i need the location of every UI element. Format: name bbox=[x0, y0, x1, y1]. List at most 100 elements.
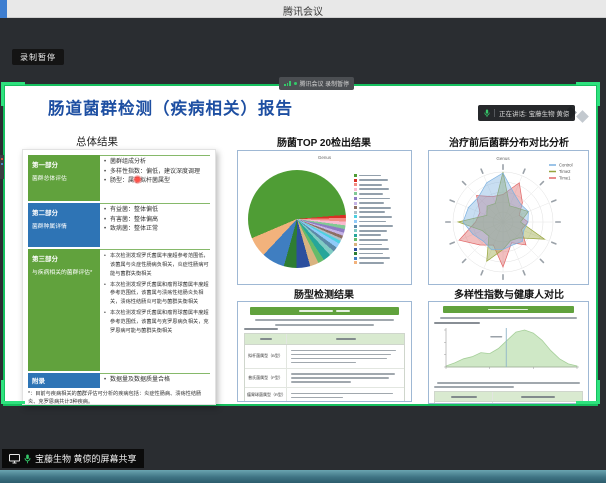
pie-legend-item bbox=[354, 234, 393, 237]
diversity-panel bbox=[428, 301, 589, 404]
share-border-corner bbox=[1, 82, 25, 106]
svg-text:Time2: Time2 bbox=[559, 169, 571, 174]
genus-pie-chart bbox=[248, 170, 346, 268]
toc-bullet: 数据量及数据质量合格 bbox=[104, 376, 209, 386]
pie-legend-item bbox=[354, 211, 393, 214]
pie-legend-item bbox=[354, 183, 393, 186]
os-titlebar: 腾讯会议 bbox=[0, 0, 606, 18]
overview-heading: 总体结果 bbox=[76, 134, 118, 149]
enterotype-table: 拟杆菌属型（B型） 普氏菌属型（P型） 瘤胃球菌属型（R型） bbox=[244, 333, 405, 402]
share-bar-label: 宝藤生物 黄倞的屏幕共享 bbox=[35, 452, 137, 465]
toc-label-appendix: 附录 bbox=[28, 373, 100, 388]
pie-legend-item bbox=[354, 179, 393, 182]
diversity-table bbox=[434, 391, 583, 404]
slide-title: 肠道菌群检测（疾病相关）报告 bbox=[48, 95, 293, 119]
screen-share-bar: 宝藤生物 黄倞的屏幕共享 bbox=[2, 449, 144, 468]
pie-legend-item bbox=[354, 215, 393, 218]
pie-legend-item bbox=[354, 206, 393, 209]
pie-legend-item bbox=[354, 174, 393, 177]
pie-panel-title: 肠菌TOP 20检出结果 bbox=[236, 134, 412, 149]
pie-legend bbox=[354, 174, 393, 266]
toc-bullet: 有益菌：整体偏低 bbox=[104, 206, 209, 216]
pie-legend-item bbox=[354, 243, 393, 246]
app-title: 腾讯会议 bbox=[0, 3, 606, 18]
text-line bbox=[437, 382, 580, 384]
pie-inner-title: Genus bbox=[238, 155, 411, 160]
toc-row-part1: 第一部分 菌群总体评估 菌群组成分析 多样性指数：偏低，建议深度调理 肠型：属于… bbox=[28, 155, 210, 201]
pie-legend-item bbox=[354, 188, 393, 191]
toc-row-appendix: 附录 数据量及数据质量合格 bbox=[28, 373, 210, 388]
text-line bbox=[275, 324, 375, 326]
table-row: 瘤胃球菌属型（R型） bbox=[245, 388, 404, 402]
screenshot-stage: 腾讯会议 录制暂停 腾讯会议 录制暂停 正在讲话: 宝藤生物 黄倞 肠道菌群检测… bbox=[0, 0, 606, 483]
toc-bullet: 致病菌：整体正常 bbox=[104, 225, 209, 235]
monitor-icon bbox=[9, 454, 20, 464]
pie-legend-item bbox=[354, 202, 393, 205]
speaking-indicator-badge: 正在讲话: 宝藤生物 黄倞 bbox=[478, 105, 575, 121]
recording-paused-label: 录制暂停 bbox=[20, 52, 56, 63]
text-line bbox=[434, 322, 480, 324]
speaking-label: 正在讲话: 宝藤生物 黄倞 bbox=[499, 108, 569, 118]
treatment-radar-chart: Genus ControlTime2 Time1 bbox=[429, 151, 588, 284]
recording-paused-pill[interactable]: 录制暂停 bbox=[12, 49, 64, 65]
table-row: 普氏菌属型（P型） bbox=[245, 369, 404, 389]
share-border-corner bbox=[1, 380, 25, 404]
radar-chart-panel: Genus ControlTime2 Time1 bbox=[428, 150, 589, 285]
enterotype-panel: 拟杆菌属型（B型） 普氏菌属型（P型） 瘤胃球菌属型（R型） bbox=[237, 301, 412, 402]
table-header bbox=[245, 334, 404, 345]
density-plot bbox=[434, 326, 581, 374]
diversity-header-bar bbox=[443, 306, 574, 313]
toc-row-part3: 第三部分 与疾病相关的菌群评估* 本次检测发现罗氏菌属丰度超参考范围低，该菌属与… bbox=[28, 249, 210, 371]
svg-text:Control: Control bbox=[559, 163, 573, 168]
pie-legend-item bbox=[354, 229, 393, 232]
pie-legend-item bbox=[354, 252, 393, 255]
enterotype-panel-title: 肠型检测结果 bbox=[236, 286, 412, 301]
pie-legend-item bbox=[354, 220, 393, 223]
diversity-panel-title: 多样性指数与健康人对比 bbox=[419, 286, 599, 301]
meeting-status-pill[interactable]: 腾讯会议 录制暂停 bbox=[279, 77, 354, 90]
diversity-density-chart bbox=[434, 326, 583, 379]
pie-legend-item bbox=[354, 238, 393, 241]
share-border-corner bbox=[576, 82, 600, 106]
toc-card: 第一部分 菌群总体评估 菌群组成分析 多样性指数：偏低，建议深度调理 肠型：属于… bbox=[22, 149, 216, 405]
pie-legend-item bbox=[354, 192, 393, 195]
text-line bbox=[440, 317, 577, 319]
toc-bullet: 有害菌：整体偏高 bbox=[104, 216, 209, 226]
share-border-corner bbox=[576, 380, 600, 404]
toc-bullet: 菌群组成分析 bbox=[104, 158, 209, 168]
desktop-wallpaper bbox=[0, 470, 606, 483]
text-line bbox=[434, 386, 514, 388]
status-pill-label: 腾讯会议 录制暂停 bbox=[300, 79, 350, 88]
toc-bullet: 肠型：属于拟杆菌属型 bbox=[104, 177, 209, 187]
pie-chart-panel: Genus bbox=[237, 150, 412, 285]
laser-pointer-dot bbox=[133, 175, 142, 184]
toc-bullet: 本次检测发现罗氏菌属和瘤胃球菌属丰度超参考范围低，该菌属与溃疡性结肠炎负相关，溃… bbox=[104, 281, 209, 308]
toc-row-part2: 第二部分 菌群种属详情 有益菌：整体偏低 有害菌：整体偏高 致病菌：整体正常 bbox=[28, 203, 210, 247]
table-header bbox=[435, 392, 582, 402]
pie-legend-item bbox=[354, 257, 393, 260]
text-line bbox=[255, 319, 393, 321]
record-dot-icon bbox=[294, 82, 297, 85]
radar-panel-title: 治疗前后菌群分布对比分析 bbox=[420, 134, 598, 149]
toc-label-part3: 第三部分 与疾病相关的菌群评估* bbox=[28, 249, 100, 371]
toc-bullet: 本次检测发现罗氏菌属和瘤胃球菌属丰度超参考范围低，该菌属与克罗恩病负相关，克罗恩… bbox=[104, 309, 209, 336]
toc-bullet: 多样性指数：偏低，建议深度调理 bbox=[104, 168, 209, 178]
pie-legend-item bbox=[354, 197, 393, 200]
microphone-icon bbox=[24, 454, 31, 464]
microphone-icon bbox=[484, 109, 490, 118]
edge-widget[interactable] bbox=[0, 155, 4, 179]
pie-legend-item bbox=[354, 248, 393, 251]
toc-footnote: *：目前与疾病相关的菌群评估可分析的疾病包括：炎症性肠病、溃疡性结肠炎、克罗恩病… bbox=[28, 391, 210, 407]
toc-label-part2: 第二部分 菌群种属详情 bbox=[28, 203, 100, 247]
text-line bbox=[244, 328, 278, 330]
svg-text:Genus: Genus bbox=[496, 156, 510, 161]
toc-bullet: 本次检测发现罗氏菌属丰度超参考范围低，该菌属与炎症性肠病负相关，炎症性肠病可能与… bbox=[104, 252, 209, 279]
toc-label-part1: 第一部分 菌群总体评估 bbox=[28, 155, 100, 201]
signal-bars-icon bbox=[284, 81, 291, 86]
pie-legend-item bbox=[354, 261, 393, 264]
pie-legend-item bbox=[354, 225, 393, 228]
enterotype-header-bar bbox=[250, 307, 398, 315]
table-row: 拟杆菌属型（B型） bbox=[245, 345, 404, 369]
divider bbox=[494, 109, 495, 117]
svg-text:Time1: Time1 bbox=[559, 176, 571, 181]
